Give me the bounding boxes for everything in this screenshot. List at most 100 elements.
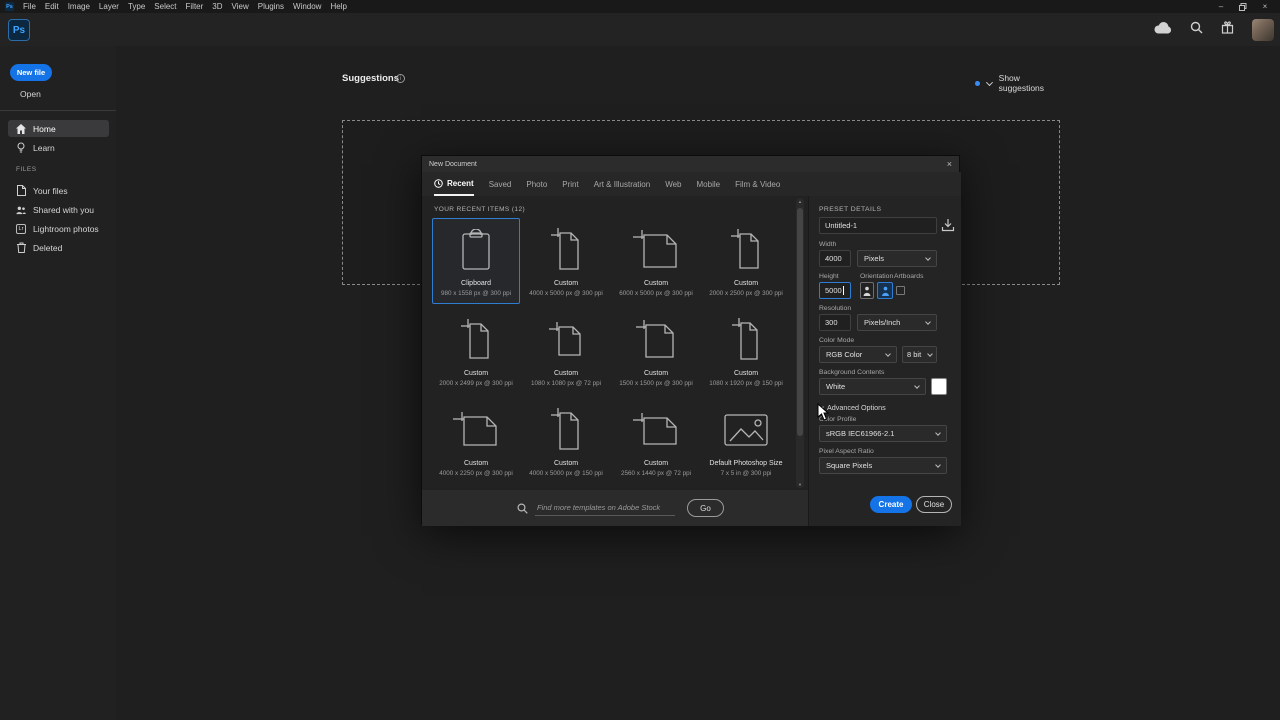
sidebar-item-lightroom-photos[interactable]: Lr Lightroom photos [8,220,109,237]
height-label: Height [819,273,839,280]
pixel-aspect-ratio-label: Pixel Aspect Ratio [819,448,874,455]
recent-items-scrollbar[interactable]: ▲ ▼ [796,198,804,488]
tab-mobile[interactable]: Mobile [697,172,721,196]
restore-button[interactable] [1238,2,1248,12]
menu-view[interactable]: View [232,2,249,11]
menu-filter[interactable]: Filter [186,2,204,11]
tab-film-video[interactable]: Film & Video [735,172,780,196]
menu-layer[interactable]: Layer [99,2,119,11]
recent-item-custom[interactable]: Custom 1080 x 1920 px @ 150 ppi [702,308,790,394]
menu-help[interactable]: Help [330,2,346,11]
menu-file[interactable]: File [23,2,36,11]
user-avatar[interactable] [1252,18,1274,41]
document-square-icon [523,309,609,370]
bit-depth-dropdown[interactable]: 8 bit [902,346,937,363]
pixel-aspect-ratio-dropdown[interactable]: Square Pixels [819,457,947,474]
sidebar-item-label: Learn [33,142,55,153]
color-mode-label: Color Mode [819,337,855,344]
color-mode-dropdown[interactable]: RGB Color [819,346,897,363]
advanced-options-toggle[interactable]: Advanced Options [818,403,886,412]
sidebar-item-label: Lightroom photos [33,223,99,234]
recent-item-custom[interactable]: Custom 1080 x 1080 px @ 72 ppi [522,308,610,394]
scroll-down-icon[interactable]: ▼ [796,482,804,487]
sidebar-item-learn[interactable]: Learn [8,139,109,156]
tab-photo[interactable]: Photo [526,172,547,196]
menu-3d[interactable]: 3D [212,2,222,11]
recent-item-custom[interactable]: Custom 1500 x 1500 px @ 300 ppi [612,308,700,394]
sidebar-item-your-files[interactable]: Your files [8,182,109,199]
tab-print[interactable]: Print [562,172,578,196]
height-input[interactable]: 5000 [819,282,851,299]
document-name-input[interactable]: Untitled-1 [819,217,937,234]
tab-saved[interactable]: Saved [489,172,512,196]
menu-window[interactable]: Window [293,2,321,11]
create-button[interactable]: Create [870,496,912,513]
recent-item-custom[interactable]: Custom 6000 x 5000 px @ 300 ppi [612,218,700,304]
recent-item-custom[interactable]: Custom 4000 x 5000 px @ 150 ppi [522,398,610,484]
adobe-stock-search-bar: Go [422,490,808,526]
sidebar-item-home[interactable]: Home [8,120,109,137]
chevron-down-icon [925,318,931,325]
tab-web[interactable]: Web [665,172,681,196]
sidebar-item-label: Your files [33,185,68,196]
minimize-button[interactable]: – [1216,2,1226,12]
dialog-close-button[interactable]: × [947,159,952,169]
appbar-actions [1153,13,1274,46]
scroll-up-icon[interactable]: ▲ [796,199,804,204]
recent-item-custom[interactable]: Custom 4000 x 2250 px @ 300 ppi [432,398,520,484]
close-window-button[interactable]: × [1260,2,1270,12]
resolution-unit-dropdown[interactable]: Pixels/Inch [857,314,937,331]
recent-item-clipboard[interactable]: Clipboard 980 x 1558 px @ 300 ppi [432,218,520,304]
tab-recent[interactable]: Recent [434,172,474,196]
menu-edit[interactable]: Edit [45,2,59,11]
tab-art-illustration[interactable]: Art & Illustration [594,172,650,196]
menu-select[interactable]: Select [154,2,176,11]
color-profile-dropdown[interactable]: sRGB IEC61966-2.1 [819,425,947,442]
menu-type[interactable]: Type [128,2,145,11]
background-contents-dropdown[interactable]: White [819,378,926,395]
info-icon[interactable]: i [396,74,405,83]
recent-item-custom[interactable]: Custom 2000 x 2500 px @ 300 ppi [702,218,790,304]
color-profile-label: Color Profile [819,416,857,423]
dialog-close-button-secondary[interactable]: Close [916,496,952,513]
clipboard-icon [433,219,519,280]
show-suggestions-control[interactable]: Show suggestions [975,73,1065,93]
text-caret [842,286,844,295]
go-button[interactable]: Go [687,499,724,517]
sidebar-item-label: Deleted [33,242,63,253]
new-file-button[interactable]: New file [10,64,52,81]
menu-plugins[interactable]: Plugins [258,2,284,11]
document-icon [16,185,26,196]
chevron-down-icon [914,382,920,389]
notification-dot-icon [975,80,980,86]
sidebar-item-label: Shared with you [33,204,94,215]
artboards-checkbox[interactable] [896,286,905,295]
sidebar-item-deleted[interactable]: Deleted [8,239,109,256]
open-button[interactable]: Open [20,89,41,99]
resolution-input[interactable]: 300 [819,314,851,331]
files-section-header: FILES [16,166,37,173]
orientation-landscape-button[interactable] [877,282,893,299]
learn-bulb-icon [16,142,26,153]
landscape-person-icon [881,286,889,296]
background-color-swatch[interactable] [931,378,947,395]
stock-search-input[interactable] [535,500,675,516]
sidebar-item-shared-with-you[interactable]: Shared with you [8,201,109,218]
cloud-sync-icon[interactable] [1153,21,1172,39]
recent-item-default-photoshop-size[interactable]: Default Photoshop Size 7 x 5 in @ 300 pp… [702,398,790,484]
scrollbar-thumb[interactable] [797,208,803,436]
ps-taskbar-icon: Ps [5,2,14,11]
photo-icon [703,399,789,460]
width-unit-dropdown[interactable]: Pixels [857,250,937,267]
recent-item-custom[interactable]: Custom 2000 x 2499 px @ 300 ppi [432,308,520,394]
search-icon[interactable] [1190,21,1203,39]
chevron-down-icon [935,461,941,468]
recent-item-custom[interactable]: Custom 4000 x 5000 px @ 300 ppi [522,218,610,304]
recent-item-custom[interactable]: Custom 2560 x 1440 px @ 72 ppi [612,398,700,484]
menu-image[interactable]: Image [68,2,90,11]
orientation-portrait-button[interactable] [860,282,874,299]
save-preset-icon[interactable] [941,218,955,234]
width-input[interactable]: 4000 [819,250,851,267]
suggestions-title: Suggestions [342,73,400,84]
whats-new-gift-icon[interactable] [1221,20,1234,39]
